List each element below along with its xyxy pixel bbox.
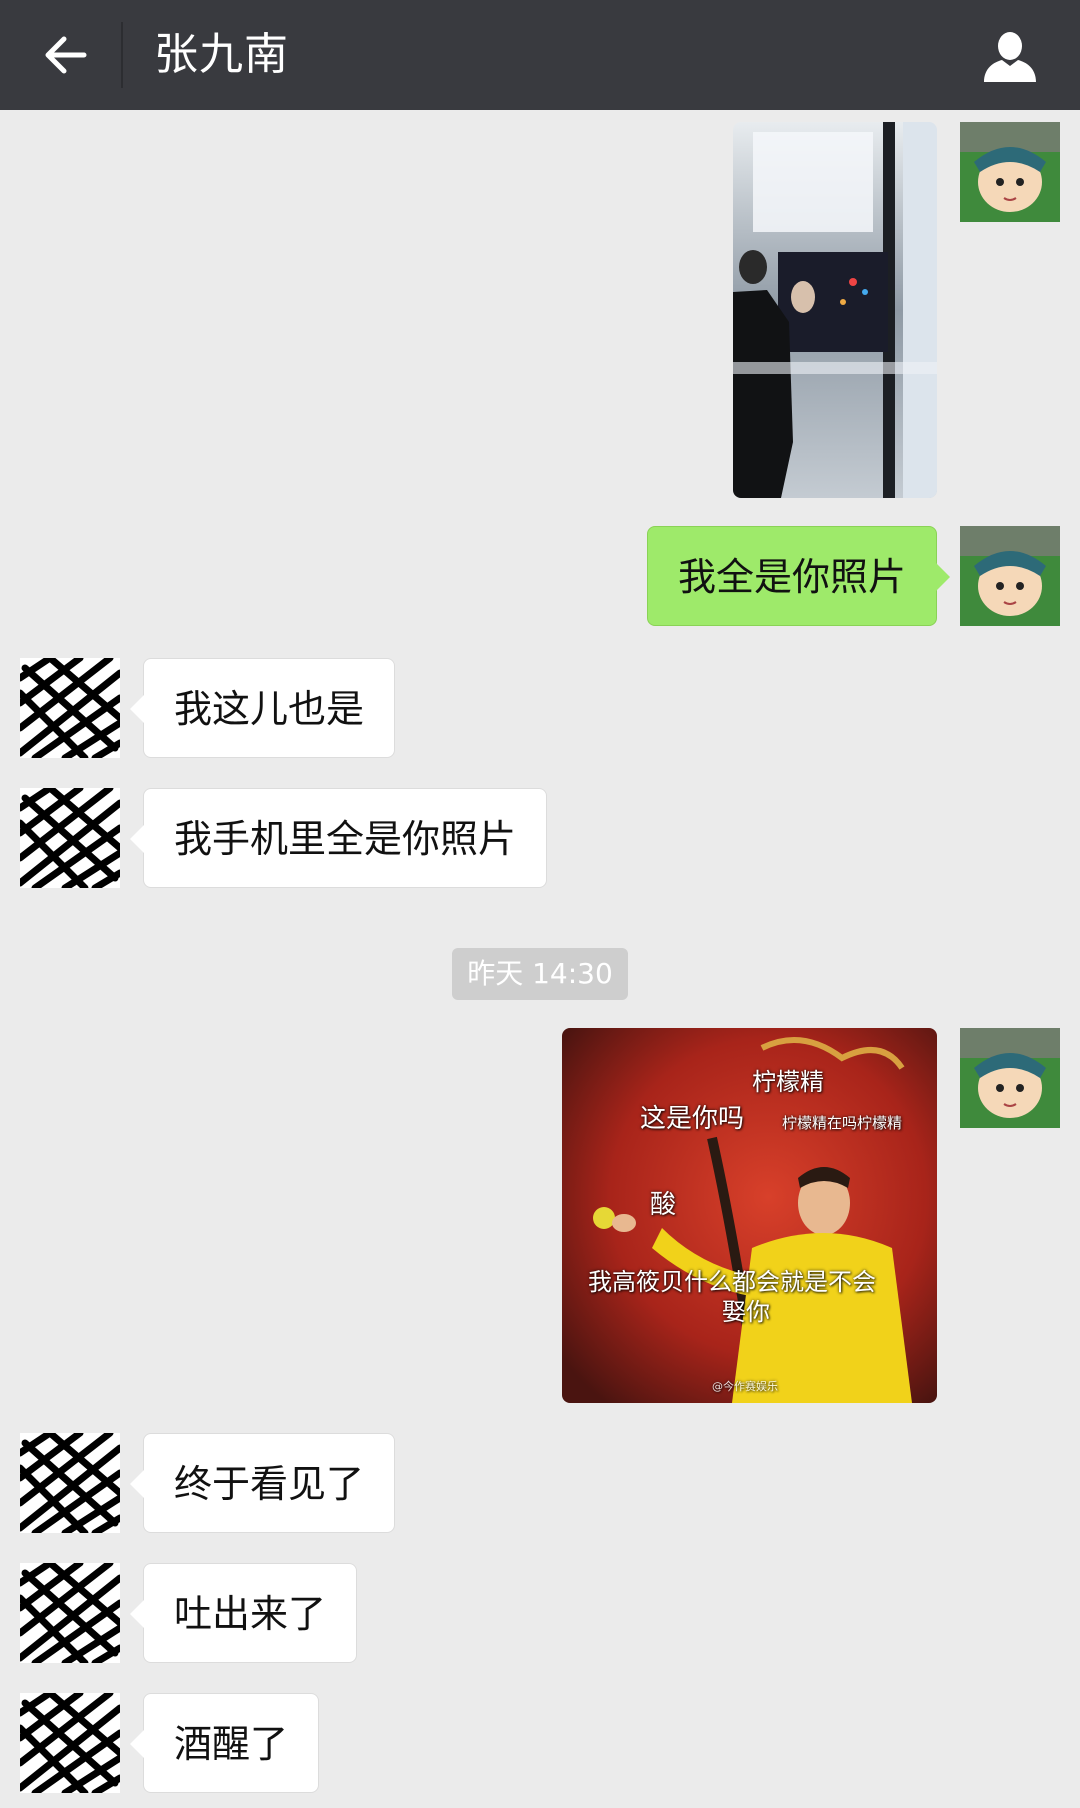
received-message[interactable]: 终于看见了 [129,1433,396,1533]
contact-avatar[interactable] [20,658,120,758]
contact-avatar[interactable] [20,1693,120,1793]
meme-image [562,1028,937,1403]
contact-avatar[interactable] [20,788,120,888]
sent-meme[interactable]: 柠檬精 这是你吗 柠檬精在吗柠檬精 酸 我高筱贝什么都会就是不会 娶你 @今作赛… [562,1028,937,1403]
back-button[interactable] [30,20,100,90]
arrow-left-icon [45,36,87,74]
person-icon [984,32,1036,82]
profile-button[interactable] [974,20,1046,92]
sent-message[interactable]: 我全是你照片 [646,526,951,626]
received-message[interactable]: 我这儿也是 [129,658,396,758]
meme-caption: 酸 [650,1190,677,1220]
received-message[interactable]: 吐出来了 [129,1563,358,1663]
received-message[interactable]: 酒醒了 [129,1693,320,1793]
chat-title: 张九南 [154,29,289,80]
header-divider [121,22,123,88]
self-avatar[interactable] [960,1028,1060,1128]
meme-caption: 柠檬精 [752,1068,824,1096]
chat-header: 张九南 [0,0,1080,110]
contact-avatar[interactable] [20,1563,120,1663]
meme-caption: 柠檬精在吗柠檬精 [782,1114,903,1132]
meme-caption: 这是你吗 [640,1104,745,1134]
meme-watermark: @今作赛娱乐 [712,1380,778,1393]
self-avatar[interactable] [960,526,1060,626]
contact-avatar[interactable] [20,1433,120,1533]
sent-photo[interactable] [733,122,937,498]
photo-image [733,122,937,498]
meme-caption: 娶你 [722,1298,770,1326]
message-list[interactable]: 我全是你照片 我这儿也是 我手机里全是你照片 昨天 14:30 柠檬精 这是你吗… [0,110,1080,1808]
received-message[interactable]: 我手机里全是你照片 [129,788,548,888]
self-avatar[interactable] [960,122,1060,222]
timestamp: 昨天 14:30 [452,948,628,1000]
